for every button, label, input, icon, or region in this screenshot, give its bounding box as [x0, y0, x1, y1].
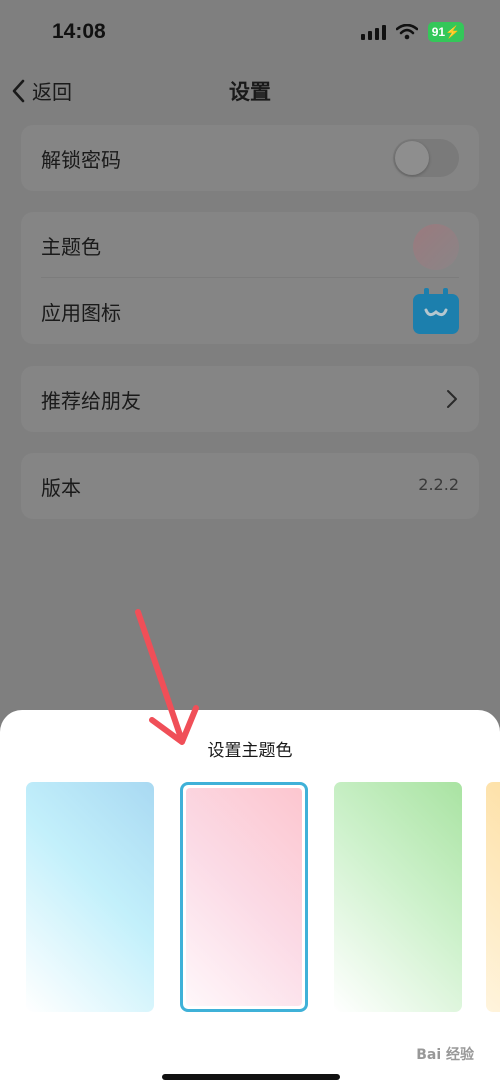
app-icon-label: 应用图标 [41, 300, 121, 325]
unlock-password-toggle[interactable] [393, 139, 459, 177]
status-bar: 14:08 91⚡ [0, 0, 500, 66]
recommend-card: 推荐给朋友 [21, 366, 479, 432]
swatch-yellow[interactable] [486, 782, 500, 1012]
nav-bar: 返回 设置 [0, 66, 500, 112]
status-time: 14:08 [52, 20, 106, 43]
version-card: 版本 2.2.2 [21, 453, 479, 519]
theme-color-preview [413, 224, 459, 270]
watermark: Bai 经验 [416, 1047, 474, 1063]
battery-icon: 91⚡ [427, 22, 464, 42]
theme-color-label: 主题色 [41, 234, 101, 259]
version-label: 版本 [41, 475, 81, 500]
recommend-label: 推荐给朋友 [41, 388, 141, 413]
swatch-green[interactable] [334, 782, 462, 1012]
app-icon-row[interactable]: 应用图标 [21, 278, 479, 344]
toggle-knob [395, 141, 429, 175]
unlock-password-label: 解锁密码 [41, 147, 121, 172]
status-icons: 91⚡ [360, 22, 464, 42]
swatch-pink-fill [186, 788, 302, 1006]
swatch-pink-selected[interactable] [180, 782, 308, 1012]
sheet-title: 设置主题色 [207, 741, 293, 761]
unlock-password-row: 解锁密码 [21, 125, 479, 191]
home-indicator[interactable] [162, 1074, 340, 1080]
security-card: 解锁密码 [21, 125, 479, 191]
theme-color-row[interactable]: 主题色 [21, 212, 479, 278]
swatch-blue[interactable] [26, 782, 154, 1012]
chevron-right-icon [447, 390, 457, 408]
page-title: 设置 [229, 80, 271, 104]
appearance-card: 主题色 应用图标 [21, 212, 479, 344]
battery-level: 91 [431, 25, 446, 39]
signal-icon [360, 24, 386, 40]
version-row: 版本 2.2.2 [21, 453, 479, 519]
recommend-row[interactable]: 推荐给朋友 [21, 366, 479, 432]
version-value: 2.2.2 [418, 475, 459, 494]
wifi-icon [395, 24, 418, 40]
app-icon [413, 288, 459, 334]
theme-color-sheet: 设置主题色 Bai 经验 [0, 710, 500, 1082]
charging-icon: ⚡ [445, 25, 460, 39]
